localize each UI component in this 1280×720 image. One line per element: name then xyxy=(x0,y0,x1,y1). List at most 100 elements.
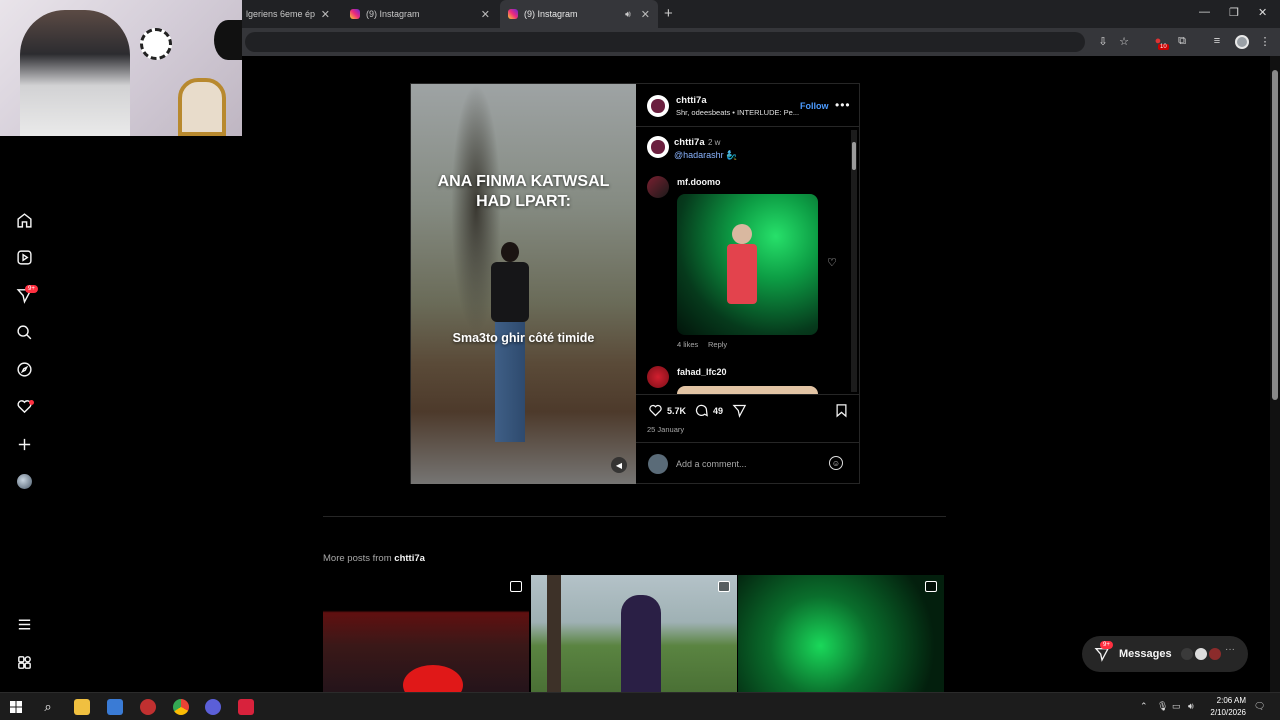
post-card: ANA FINMA KATWSAL HAD LPART: Sma3to ghir… xyxy=(410,83,860,484)
conversation-avatar xyxy=(1180,647,1194,661)
more-posts-prefix: More posts from xyxy=(323,553,392,564)
chrome-profile-icon[interactable] xyxy=(205,699,221,715)
wall-clock-shape xyxy=(140,28,172,60)
messages-button[interactable]: 9+ Messages ··· xyxy=(1082,636,1248,672)
speaker-icon[interactable]: 🔊︎ xyxy=(625,9,631,20)
home-icon[interactable] xyxy=(15,211,33,229)
more-options-icon[interactable]: ••• xyxy=(835,98,851,112)
comments-count[interactable]: 49 xyxy=(713,406,723,416)
reels-icon[interactable] xyxy=(15,248,33,266)
windows-start-icon[interactable] xyxy=(8,699,24,715)
more-posts-heading: More posts from chtti7a xyxy=(323,553,425,564)
instagram-favicon-icon xyxy=(350,9,360,19)
caption-mention[interactable]: @hadarashr 🧞‍♂️ xyxy=(674,150,737,161)
lamp-shape xyxy=(214,20,242,60)
chrome-icon[interactable] xyxy=(173,699,189,715)
more-post-thumbnail[interactable] xyxy=(531,575,737,692)
taskbar-date[interactable]: 2/10/2026 xyxy=(1200,708,1246,717)
conversation-avatar xyxy=(1208,647,1222,661)
webcam-overlay xyxy=(0,0,242,136)
instagram-page: 9+ ANA FINMA KATWSAL HAD LPART: Sma3to g… xyxy=(0,56,1280,692)
section-divider xyxy=(323,516,946,517)
browser-tab[interactable]: lgeriens 6eme épisod ✕ xyxy=(238,0,338,28)
reply-button[interactable]: Reply xyxy=(708,340,727,349)
store-icon[interactable] xyxy=(107,699,123,715)
volume-tray-icon[interactable]: 🔊︎ xyxy=(1188,701,1194,712)
taskbar-time[interactable]: 2:06 AM xyxy=(1206,696,1246,705)
tab-title: (9) Instagram xyxy=(366,9,420,19)
minimize-icon[interactable]: — xyxy=(1199,6,1210,18)
reel-icon xyxy=(510,581,522,592)
browser-menu-icon[interactable]: ⋮ xyxy=(1258,34,1272,48)
activity-dot xyxy=(29,400,34,405)
my-avatar xyxy=(648,454,668,474)
file-explorer-icon[interactable] xyxy=(74,699,90,715)
close-window-icon[interactable]: ✕ xyxy=(1258,6,1267,19)
save-bookmark-icon[interactable] xyxy=(833,402,849,418)
browser-tab-active[interactable]: (9) Instagram 🔊︎ ✕ xyxy=(500,0,658,28)
more-post-thumbnail[interactable] xyxy=(738,575,944,692)
bookmark-star-icon[interactable]: ☆ xyxy=(1117,34,1131,48)
add-comment-input[interactable] xyxy=(676,455,826,473)
comment-bubble-icon[interactable] xyxy=(693,402,709,418)
restore-icon[interactable]: ❐ xyxy=(1229,6,1239,19)
create-icon[interactable] xyxy=(15,435,33,453)
author-avatar[interactable] xyxy=(647,95,669,117)
browser-tab[interactable]: (9) Instagram ✕ xyxy=(342,0,498,28)
url-field[interactable] xyxy=(245,32,1085,52)
comments-scroll-thumb[interactable] xyxy=(852,142,856,170)
commenter-avatar[interactable] xyxy=(647,176,669,198)
comment-likes[interactable]: 4 likes xyxy=(677,340,698,349)
video-overlay-caption: Sma3to ghir côté timide xyxy=(452,331,595,345)
commenter-avatar[interactable] xyxy=(647,366,669,388)
install-icon[interactable]: ⇩ xyxy=(1096,34,1110,48)
new-tab-button[interactable]: + xyxy=(664,5,673,22)
media-control-icon[interactable]: ≡ xyxy=(1210,34,1224,48)
notifications-badge: 9+ xyxy=(25,285,38,293)
author-username[interactable]: chtti7a xyxy=(676,95,707,106)
more-posts-username[interactable]: chtti7a xyxy=(394,553,425,564)
follow-button[interactable]: Follow xyxy=(800,101,829,111)
header-divider xyxy=(636,126,860,127)
puzzle-icon[interactable]: ⧉ xyxy=(1175,34,1189,48)
comment-heart-icon[interactable]: ♡ xyxy=(827,256,837,269)
tray-chevron-icon[interactable]: ⌃ xyxy=(1140,701,1148,712)
volume-icon[interactable]: ◀︎ xyxy=(611,457,627,473)
browser-profile-avatar[interactable] xyxy=(1235,35,1249,49)
instagram-favicon-icon xyxy=(508,9,518,19)
caption-username[interactable]: chtti7a xyxy=(674,137,705,148)
share-icon[interactable] xyxy=(731,402,747,418)
post-date: 25 January xyxy=(647,425,685,434)
notifications-icon[interactable]: 🗨︎ xyxy=(1254,701,1265,712)
conversation-avatar xyxy=(1194,647,1208,661)
reel-video[interactable]: ANA FINMA KATWSAL HAD LPART: Sma3to ghir… xyxy=(411,84,636,484)
network-icon[interactable]: ▭ xyxy=(1172,701,1181,712)
app-icon[interactable] xyxy=(238,699,254,715)
comment-image-preview[interactable] xyxy=(677,386,818,394)
like-heart-icon[interactable] xyxy=(647,402,663,418)
close-icon[interactable]: ✕ xyxy=(641,8,650,21)
caption-avatar[interactable] xyxy=(647,136,669,158)
app-icon[interactable] xyxy=(140,699,156,715)
search-icon[interactable] xyxy=(15,323,33,341)
threads-icon[interactable] xyxy=(15,653,33,671)
explore-icon[interactable] xyxy=(15,360,33,378)
close-icon[interactable]: ✕ xyxy=(481,8,490,21)
post-audio-subtitle[interactable]: Shr, odeesbeats • INTERLUDE: Pe... xyxy=(676,108,799,117)
page-scroll-thumb[interactable] xyxy=(1272,70,1278,400)
comment-username[interactable]: mf.doomo xyxy=(677,177,721,187)
caption-age: 2 w xyxy=(708,138,721,147)
microphone-icon[interactable]: 🎙︎ xyxy=(1157,701,1168,712)
more-post-thumbnail[interactable] xyxy=(323,575,529,692)
comment-gif[interactable] xyxy=(677,194,818,335)
likes-count[interactable]: 5.7K xyxy=(667,406,686,416)
mirror-shape xyxy=(178,78,226,136)
close-icon[interactable]: ✕ xyxy=(321,8,330,21)
menu-icon[interactable] xyxy=(15,615,33,633)
dancer-figure xyxy=(483,242,535,452)
comment-username[interactable]: fahad_lfc20 xyxy=(677,367,727,377)
emoji-icon[interactable]: ☺ xyxy=(829,456,843,470)
extension-badge: 10 xyxy=(1158,44,1169,50)
taskbar-search-icon[interactable]: ⌕ xyxy=(40,699,56,715)
profile-avatar[interactable] xyxy=(15,472,33,490)
